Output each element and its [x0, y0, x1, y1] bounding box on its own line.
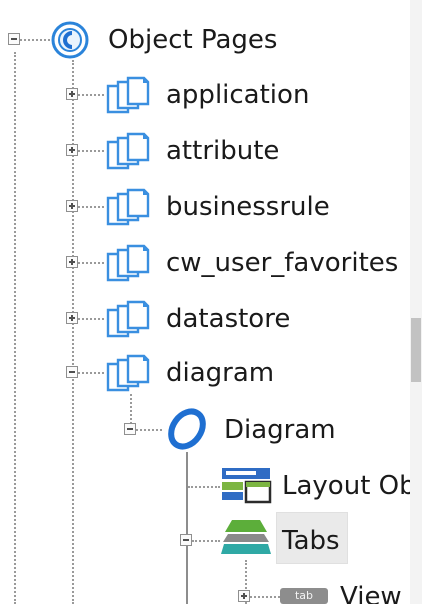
- object-pages-icon: [51, 21, 89, 59]
- expand-toggle[interactable]: [66, 312, 78, 324]
- tree-node-tabs[interactable]: Tabs: [0, 512, 410, 564]
- tree-connector: [20, 39, 50, 41]
- tree-connector: [188, 486, 220, 488]
- scrollbar-thumb[interactable]: [411, 318, 421, 382]
- tree-connector: [78, 262, 104, 264]
- expand-toggle[interactable]: [66, 256, 78, 268]
- pages-stack-icon: [106, 300, 150, 338]
- tree-node-label: businessrule: [166, 192, 330, 222]
- tree-connector: [136, 429, 162, 431]
- tree-connector: [78, 318, 104, 320]
- tree-node-label: cw_user_favorites: [166, 248, 399, 278]
- tabs-stack-icon: [221, 520, 271, 554]
- tree-connector: [78, 206, 104, 208]
- pages-stack-icon: [106, 244, 150, 282]
- tree-node-label: diagram: [166, 358, 275, 388]
- tree-node-datastore[interactable]: datastore: [0, 298, 410, 338]
- tree-node-label: Diagram: [224, 415, 336, 445]
- expand-toggle[interactable]: [66, 144, 78, 156]
- expand-toggle[interactable]: [66, 88, 78, 100]
- pages-stack-icon: [106, 188, 150, 226]
- tree-connector: [78, 94, 104, 96]
- tree-node-diagram[interactable]: diagram: [0, 352, 410, 392]
- pages-stack-icon: [106, 354, 150, 392]
- tree-node-label: Object Pages: [108, 25, 278, 55]
- tree-node-businessrule[interactable]: businessrule: [0, 186, 410, 226]
- diagram-ring-icon: [168, 408, 206, 450]
- collapse-toggle[interactable]: [124, 423, 136, 435]
- tree-node-attribute[interactable]: attribute: [0, 130, 410, 170]
- tree-node-layout-object[interactable]: Layout Ob: [0, 464, 410, 504]
- tab-chip-icon: tab: [280, 588, 328, 604]
- tree-node-cw-user-favorites[interactable]: cw_user_favorites: [0, 242, 410, 282]
- tree-connector: [192, 540, 220, 542]
- tree-connector: [250, 596, 280, 598]
- collapse-toggle[interactable]: [8, 33, 20, 45]
- tree-node-label: application: [166, 80, 310, 110]
- collapse-toggle[interactable]: [66, 366, 78, 378]
- tree-node-label: datastore: [166, 304, 291, 334]
- tree-node-application[interactable]: application: [0, 74, 410, 114]
- tree-node-object-pages[interactable]: Object Pages: [0, 18, 410, 59]
- object-tree: Object Pages application attribute busin…: [0, 0, 410, 604]
- layout-object-icon: [222, 468, 272, 504]
- tree-node-diagram-object[interactable]: Diagram: [0, 408, 410, 450]
- tree-node-label: Tabs: [282, 526, 340, 556]
- tree-connector: [78, 372, 104, 374]
- collapse-toggle[interactable]: [180, 534, 192, 546]
- tab-chip-text: tab: [294, 589, 314, 602]
- tree-node-view[interactable]: tab View: [0, 576, 410, 604]
- pages-stack-icon: [106, 132, 150, 170]
- tree-node-label: View: [340, 582, 402, 604]
- vertical-scrollbar[interactable]: [410, 0, 422, 604]
- expand-toggle[interactable]: [66, 200, 78, 212]
- tree-node-label: attribute: [166, 136, 280, 166]
- tree-node-label: Layout Ob: [282, 471, 410, 501]
- tree-connector: [78, 150, 104, 152]
- expand-toggle[interactable]: [238, 590, 250, 602]
- pages-stack-icon: [106, 76, 150, 114]
